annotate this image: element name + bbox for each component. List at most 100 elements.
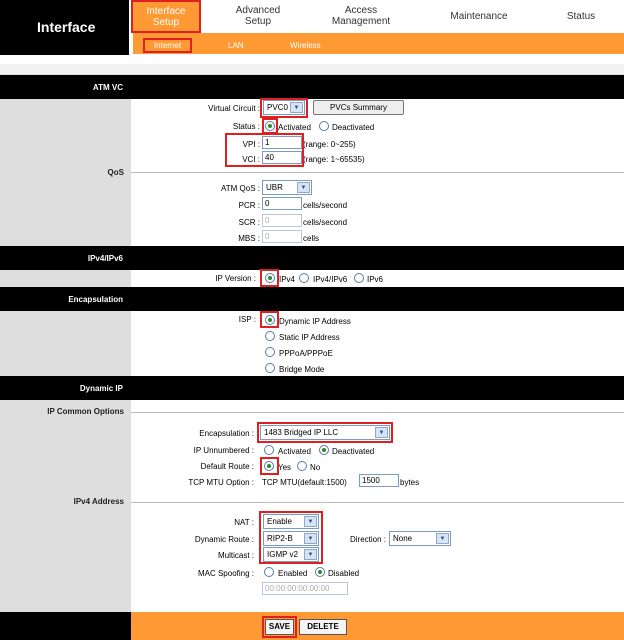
- isp-label: ISP :: [238, 315, 256, 324]
- highlight-nat-routing: [259, 511, 323, 564]
- chevron-down-icon: ▼: [297, 182, 310, 193]
- mac-address-input[interactable]: 00:00:00:00:00:00: [262, 582, 348, 595]
- mac-spoofing-label: MAC Spoofing :: [197, 569, 254, 578]
- ipv4v6-radio[interactable]: [299, 273, 309, 283]
- section-bar-encapsulation: Encapsulation: [0, 287, 624, 311]
- isp-static-label: Static IP Address: [279, 333, 340, 342]
- highlight-virtual-circuit: [260, 98, 308, 118]
- unnumbered-activated-radio[interactable]: [264, 445, 274, 455]
- top-nav: Advanced Setup Access Management Mainten…: [131, 0, 624, 33]
- section-dynamic-ip: Dynamic IP: [79, 384, 123, 393]
- unnumbered-deactivated-label: Deactivated: [332, 447, 375, 456]
- pvcs-summary-button[interactable]: PVCs Summary: [313, 100, 404, 115]
- section-ipv4-address: IPv4 Address: [73, 497, 124, 506]
- isp-bridge-label: Bridge Mode: [279, 365, 325, 374]
- pcr-label: PCR :: [238, 201, 260, 210]
- ipv4-label: IPv4: [279, 275, 296, 284]
- unnumbered-activated-label: Activated: [278, 447, 311, 456]
- unnumbered-deactivated-radio[interactable]: [319, 445, 329, 455]
- highlight-isp: [260, 311, 279, 328]
- section-bar-ip-version: IPv4/IPv6: [0, 246, 624, 270]
- status-deactivated-label: Deactivated: [332, 123, 375, 132]
- atm-qos-value: UBR: [266, 183, 283, 192]
- pcr-input[interactable]: 0: [262, 197, 302, 210]
- section-bar-atm-vc: ATM VC: [0, 75, 624, 99]
- highlight-save: [262, 616, 297, 638]
- status-activated-label: Activated: [278, 123, 311, 132]
- mbs-unit: cells: [303, 234, 320, 243]
- vci-range: (range: 1~65535): [303, 155, 365, 164]
- chevron-down-icon: ▼: [436, 533, 449, 544]
- highlight-default-route: [260, 457, 279, 475]
- delete-button[interactable]: DELETE: [299, 619, 347, 635]
- section-atm-vc: ATM VC: [92, 83, 123, 92]
- default-route-no-radio[interactable]: [297, 461, 307, 471]
- isp-static-radio[interactable]: [265, 331, 275, 341]
- ip-unnumbered-label: IP Unnumbered :: [193, 446, 254, 455]
- nat-label: NAT :: [234, 518, 254, 527]
- brand-title: Interface: [37, 19, 96, 35]
- isp-bridge-radio[interactable]: [265, 363, 275, 373]
- mac-disabled-radio[interactable]: [315, 567, 325, 577]
- highlight-vpi-vci: [225, 133, 304, 167]
- nav-maintenance[interactable]: Maintenance: [439, 11, 519, 22]
- ipv6-label: IPv6: [367, 275, 384, 284]
- multicast-label: Multicast :: [217, 551, 254, 560]
- ipv4v6-label: IPv4/IPv6: [313, 275, 348, 284]
- direction-label: Direction :: [349, 535, 386, 544]
- subnav-wireless[interactable]: Wireless: [290, 41, 321, 50]
- isp-pppoa-label: PPPoA/PPPoE: [279, 349, 333, 358]
- isp-dynamic-label: Dynamic IP Address: [279, 317, 351, 326]
- virtual-circuit-label: Virtual Circuit :: [208, 104, 260, 113]
- divider-common: [131, 412, 624, 413]
- subnav-lan[interactable]: LAN: [228, 41, 244, 50]
- left-column-options: [0, 400, 131, 612]
- highlight-status: [262, 118, 278, 134]
- mac-enabled-label: Enabled: [278, 569, 308, 578]
- tcp-mtu-label: TCP MTU Option :: [188, 478, 254, 487]
- sub-nav: [133, 33, 624, 54]
- tcp-mtu-unit: bytes: [400, 478, 420, 487]
- highlight-ip-version: [260, 269, 279, 287]
- ipv6-radio[interactable]: [354, 273, 364, 283]
- status-label: Status :: [232, 122, 260, 131]
- nav-advanced-setup[interactable]: Advanced Setup: [223, 5, 293, 27]
- vpi-range: (range: 0~255): [303, 140, 356, 149]
- atm-qos-label: ATM QoS :: [221, 184, 260, 193]
- mbs-label: MBS :: [238, 234, 260, 243]
- section-ip-version: IPv4/IPv6: [87, 254, 123, 263]
- nav-status[interactable]: Status: [551, 11, 611, 22]
- status-deactivated-radio[interactable]: [319, 121, 329, 131]
- direction-select[interactable]: None ▼: [389, 531, 451, 546]
- mac-enabled-radio[interactable]: [264, 567, 274, 577]
- nav-interface-setup[interactable]: Interface Setup: [131, 0, 201, 33]
- section-bar-dynamic-ip: Dynamic IP: [0, 376, 624, 400]
- atm-qos-select[interactable]: UBR ▼: [262, 180, 312, 195]
- default-route-no-label: No: [310, 463, 321, 472]
- scr-label: SCR :: [238, 218, 260, 227]
- brand-block: Interface: [0, 0, 131, 55]
- dynamic-route-label: Dynamic Route :: [194, 535, 254, 544]
- section-encapsulation: Encapsulation: [68, 295, 123, 304]
- section-ip-common-options: IP Common Options: [47, 407, 124, 416]
- section-qos: QoS: [107, 168, 124, 177]
- ip-version-label: IP Version :: [215, 274, 256, 283]
- mac-disabled-label: Disabled: [328, 569, 360, 578]
- subnav-internet[interactable]: Internet: [143, 38, 192, 53]
- nav-access-management[interactable]: Access Management: [319, 5, 403, 27]
- footer-left: [0, 612, 131, 640]
- header-gap: [0, 55, 624, 64]
- divider-qos: [131, 172, 624, 173]
- left-column-ipver: [0, 270, 131, 287]
- tcp-mtu-text: TCP MTU(default:1500): [262, 478, 347, 487]
- default-route-label: Default Route :: [200, 462, 254, 471]
- pcr-unit: cells/second: [303, 201, 348, 210]
- footer-bar: [131, 612, 624, 640]
- scr-unit: cells/second: [303, 218, 348, 227]
- tcp-mtu-input[interactable]: 1500: [359, 474, 399, 487]
- isp-pppoa-radio[interactable]: [265, 347, 275, 357]
- default-route-yes-label: Yes: [278, 463, 292, 472]
- scr-input[interactable]: 0: [262, 214, 302, 227]
- mbs-input[interactable]: 0: [262, 230, 302, 243]
- header-separator: [0, 64, 624, 75]
